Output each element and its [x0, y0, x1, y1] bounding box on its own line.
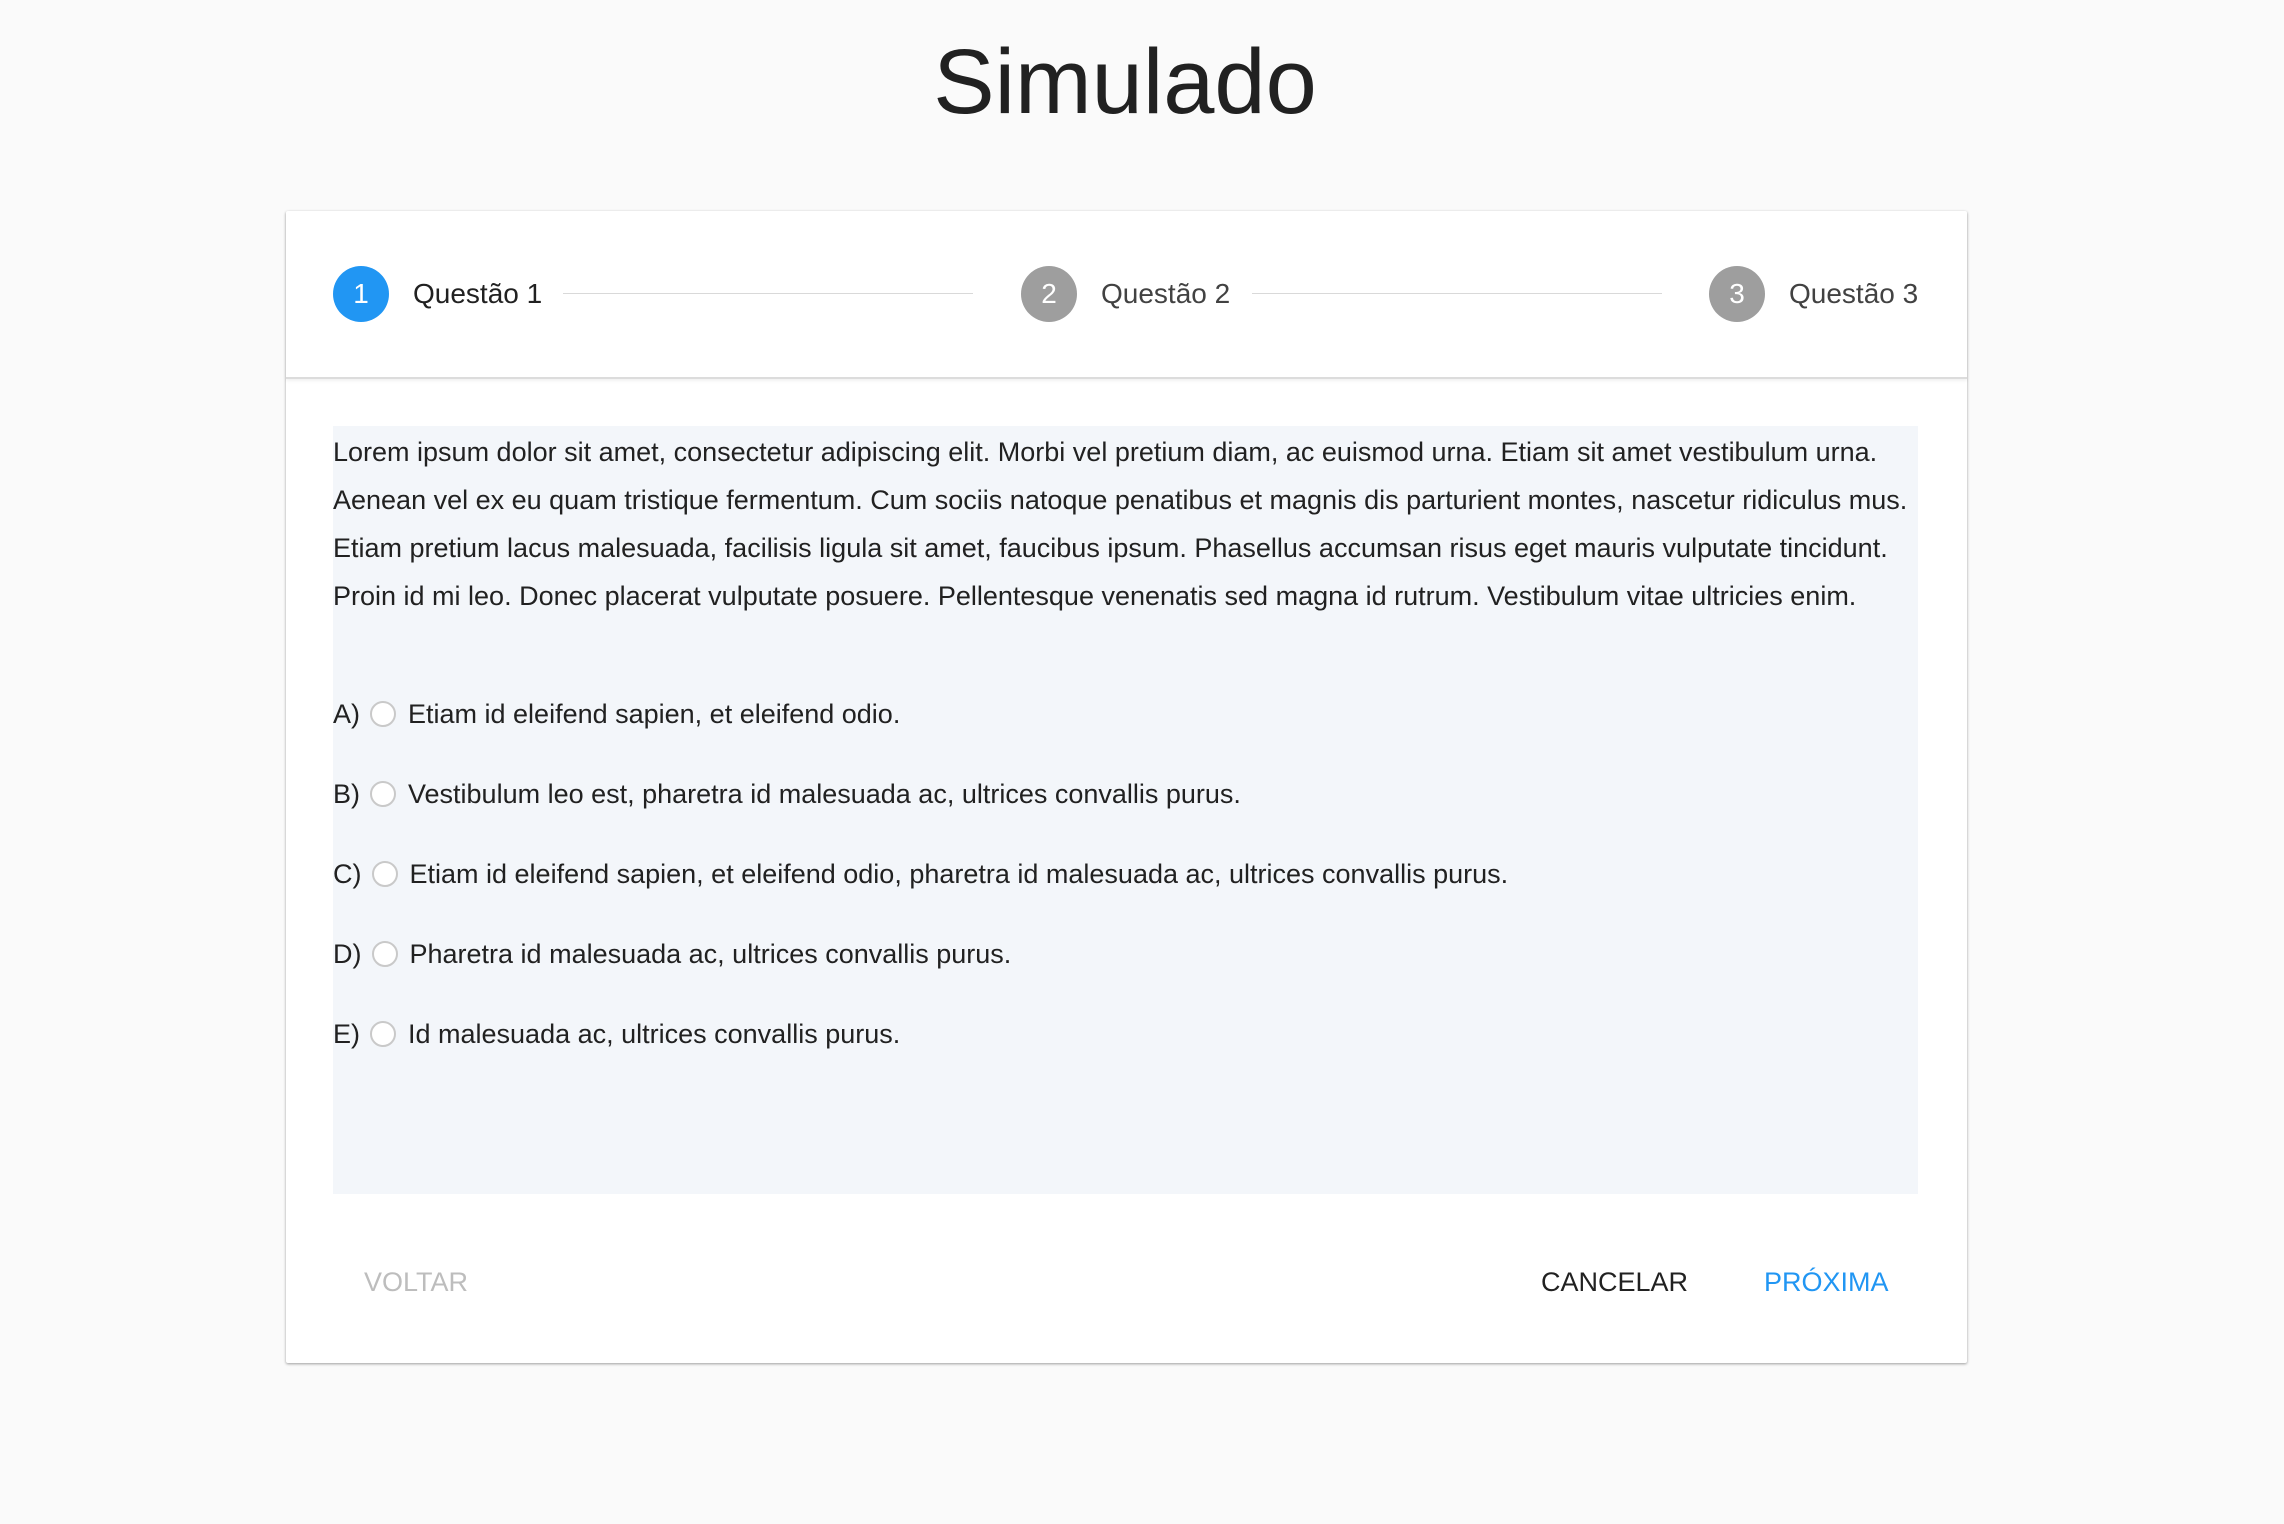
option-b-letter: B)	[333, 778, 360, 809]
step-2-label: Questão 2	[1101, 278, 1231, 309]
option-c[interactable]: C) Etiam id eleifend sapien, et eleifend…	[333, 854, 1508, 894]
step-1[interactable]: 1 Questão 1	[333, 266, 542, 322]
stepper: 1 Questão 1 2 Questão 2 3 Questão 3	[286, 211, 1967, 379]
option-e-radio[interactable]	[370, 1021, 396, 1047]
back-button[interactable]: VOLTAR	[364, 1259, 468, 1305]
option-a-letter: A)	[333, 698, 360, 729]
option-c-radio[interactable]	[371, 861, 398, 887]
page-title: Simulado	[933, 31, 1317, 133]
step-2[interactable]: 2 Questão 2	[1021, 266, 1230, 322]
step-3-number: 3	[1709, 266, 1765, 322]
option-c-letter: C)	[333, 858, 362, 889]
question-text: Lorem ipsum dolor sit amet, consectetur …	[333, 437, 1908, 611]
option-a-radio[interactable]	[370, 701, 396, 727]
option-e-letter: E)	[333, 1018, 360, 1049]
step-3-label: Questão 3	[1789, 278, 1919, 309]
step-2-number: 2	[1021, 266, 1077, 322]
option-d[interactable]: D) Pharetra id malesuada ac, ultrices co…	[333, 934, 1011, 974]
question-panel: Lorem ipsum dolor sit amet, consectetur …	[333, 426, 1918, 1194]
step-connector-2	[1252, 293, 1662, 294]
step-connector-1	[563, 293, 973, 294]
next-button[interactable]: PRÓXIMA	[1764, 1259, 1889, 1305]
option-d-radio[interactable]	[371, 941, 398, 967]
option-d-text: Pharetra id malesuada ac, ultrices conva…	[409, 938, 1012, 969]
option-e-text: Id malesuada ac, ultrices convallis puru…	[408, 1018, 901, 1049]
option-a-text: Etiam id eleifend sapien, et eleifend od…	[408, 698, 901, 729]
option-b[interactable]: B) Vestibulum leo est, pharetra id males…	[333, 774, 1241, 814]
card-actions: VOLTAR CANCELAR PRÓXIMA	[286, 1241, 1967, 1321]
option-c-text: Etiam id eleifend sapien, et eleifend od…	[409, 858, 1509, 889]
step-3[interactable]: 3 Questão 3	[1709, 266, 1918, 322]
quiz-card: 1 Questão 1 2 Questão 2 3 Questão 3 Lore…	[286, 211, 1967, 1363]
option-d-letter: D)	[333, 938, 362, 969]
cancel-button[interactable]: CANCELAR	[1541, 1259, 1688, 1305]
step-1-number: 1	[333, 266, 389, 322]
option-b-radio[interactable]	[370, 781, 396, 807]
option-b-text: Vestibulum leo est, pharetra id malesuad…	[408, 778, 1241, 809]
option-a[interactable]: A) Etiam id eleifend sapien, et eleifend…	[333, 694, 900, 734]
option-e[interactable]: E) Id malesuada ac, ultrices convallis p…	[333, 1014, 900, 1054]
step-1-label: Questão 1	[413, 278, 543, 309]
